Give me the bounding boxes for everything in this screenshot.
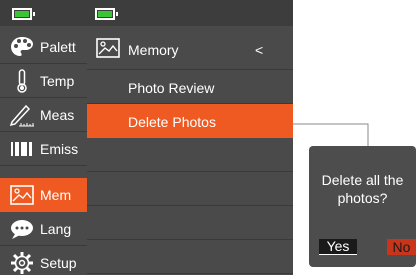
no-button[interactable]: No <box>387 239 416 255</box>
submenu-item-delete-photos[interactable]: Delete Photos <box>87 104 293 138</box>
main-menu-screen: Palett Temp Meas Emiss Mem Lang Setup <box>0 0 92 275</box>
status-bar <box>0 0 92 26</box>
menu-item-label: Mem <box>40 187 72 203</box>
menu-item-label: Temp <box>40 73 75 89</box>
menu-item-label: Lang <box>40 221 72 237</box>
measure-pen-icon <box>9 104 34 127</box>
submenu-empty-row <box>87 172 293 206</box>
menu-item-label: Setup <box>40 255 77 271</box>
status-bar <box>87 0 293 26</box>
menu-item-label: Emiss <box>40 141 79 157</box>
submenu-title: Memory <box>128 42 179 58</box>
submenu-item-photo-review[interactable]: Photo Review <box>87 70 293 104</box>
battery-icon <box>95 8 118 20</box>
menu-item-palette[interactable]: Palett <box>0 30 92 64</box>
menu-item-memory[interactable]: Mem <box>0 178 92 212</box>
menu-item-temperature[interactable]: Temp <box>0 64 92 98</box>
delete-confirm-dialog: Delete all the photos? Yes No <box>309 146 416 267</box>
image-icon <box>96 38 120 58</box>
back-button[interactable]: < <box>255 42 263 58</box>
yes-button[interactable]: Yes <box>319 239 357 255</box>
menu-item-setup[interactable]: Setup <box>0 246 92 275</box>
submenu-empty-row <box>87 206 293 240</box>
menu-item-emissivity[interactable]: Emiss <box>0 132 92 166</box>
dialog-message: Delete all the photos? <box>309 171 416 207</box>
submenu-item-label: Photo Review <box>128 80 215 96</box>
submenu-empty-row <box>87 138 293 172</box>
menu-item-language[interactable]: Lang <box>0 212 92 246</box>
palette-icon <box>11 37 33 56</box>
submenu-header: Memory < <box>87 30 293 70</box>
battery-icon <box>12 8 35 20</box>
submenu-empty-row <box>87 240 293 274</box>
thermometer-icon <box>17 69 27 93</box>
chat-bubble-icon <box>11 220 33 239</box>
image-icon <box>10 185 34 205</box>
menu-item-label: Meas <box>40 107 75 123</box>
emissivity-bars-icon <box>11 142 32 156</box>
dialog-message-line: Delete all the <box>321 172 404 188</box>
memory-submenu-screen: Memory < Photo Review Delete Photos <box>87 0 293 275</box>
dialog-message-line: photos? <box>337 190 388 206</box>
menu-item-label: Palett <box>40 39 76 55</box>
menu-item-measure[interactable]: Meas <box>0 98 92 132</box>
gear-icon <box>11 252 33 274</box>
submenu-item-label: Delete Photos <box>128 114 216 130</box>
